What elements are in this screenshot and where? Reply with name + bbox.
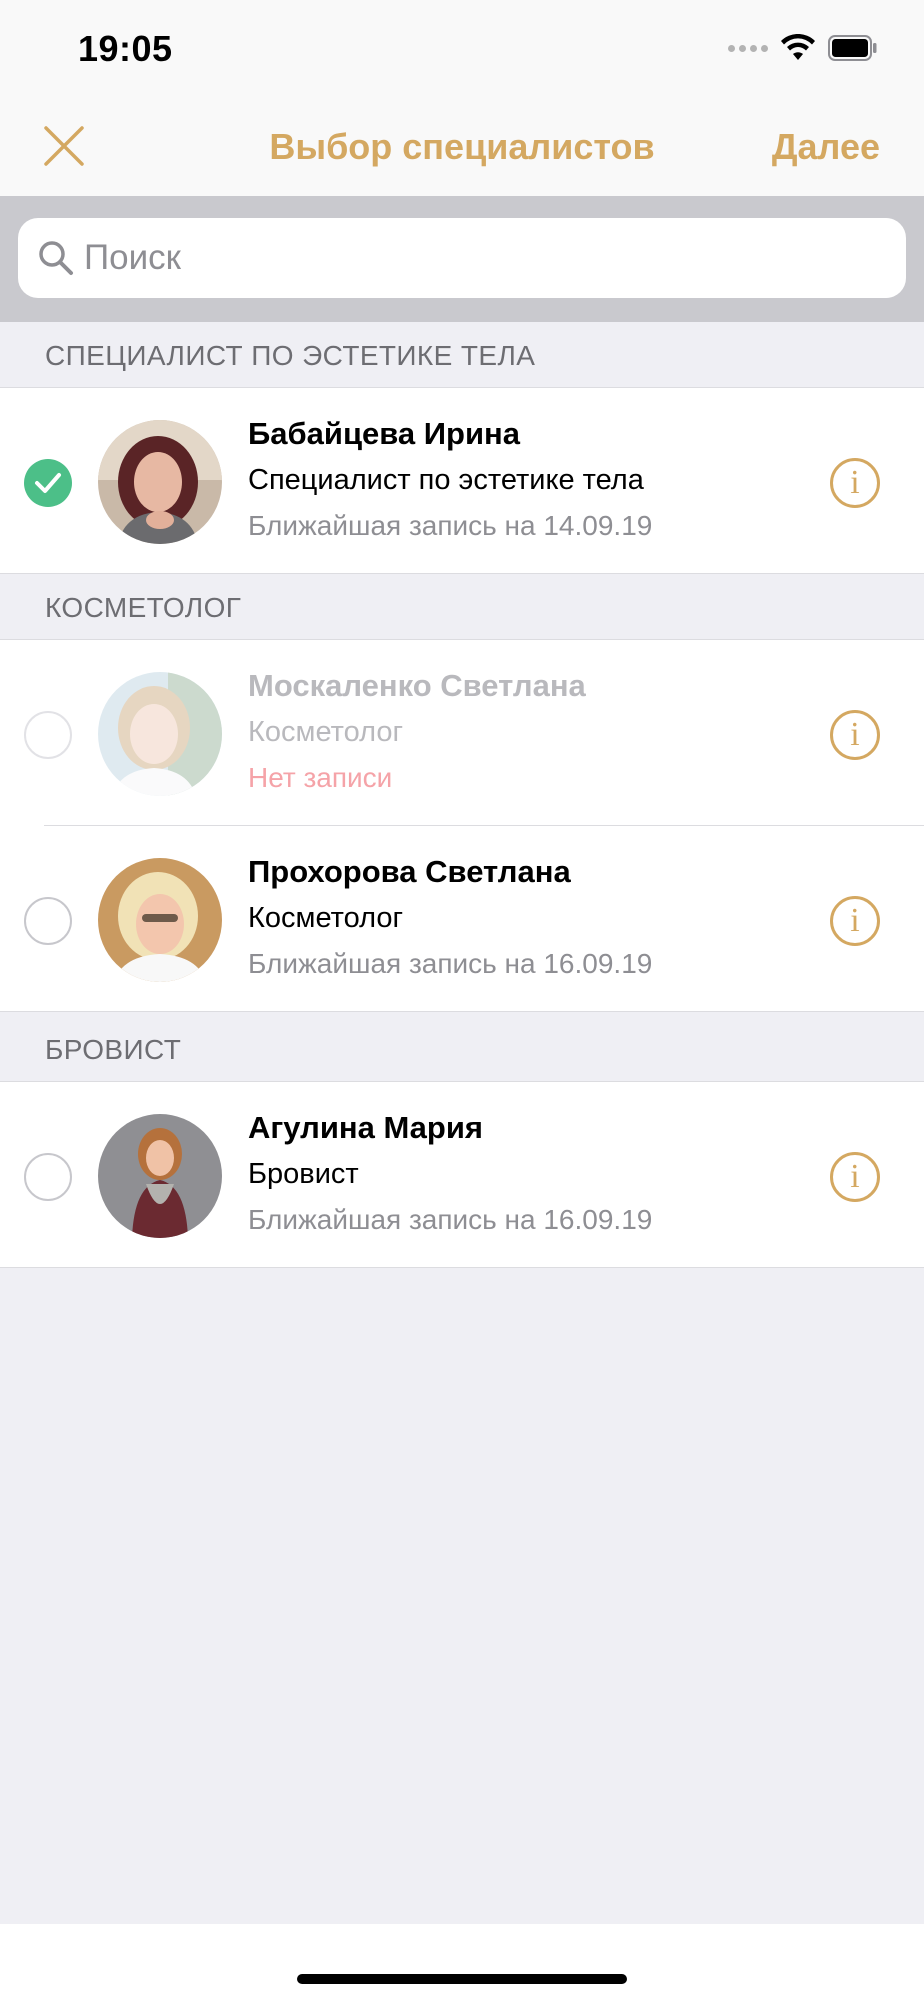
section-header-brow-artist: БРОВИСТ bbox=[0, 1016, 924, 1082]
specialist-info: Москаленко Светлана Косметолог Нет запис… bbox=[248, 666, 586, 796]
info-icon[interactable]: i bbox=[830, 1152, 880, 1202]
section-header-body-aesthetics: СПЕЦИАЛИСТ ПО ЭСТЕТИКЕ ТЕЛА bbox=[0, 322, 924, 388]
specialist-row[interactable]: Прохорова Светлана Косметолог Ближайшая … bbox=[0, 826, 924, 1012]
home-indicator[interactable] bbox=[297, 1974, 627, 1984]
next-appointment: Нет записи bbox=[248, 762, 393, 793]
search-icon bbox=[39, 241, 73, 275]
status-bar: 19:05 bbox=[0, 0, 924, 100]
section-header-cosmetologist: КОСМЕТОЛОГ bbox=[0, 574, 924, 640]
next-appointment: Ближайшая запись на 16.09.19 bbox=[248, 948, 653, 979]
specialist-info: Прохорова Светлана Косметолог Ближайшая … bbox=[248, 852, 652, 982]
battery-icon bbox=[828, 35, 877, 61]
specialist-row[interactable]: Агулина Мария Бровист Ближайшая запись н… bbox=[0, 1082, 924, 1268]
status-icons bbox=[728, 34, 878, 62]
selection-checkbox[interactable] bbox=[24, 897, 72, 945]
section-header-label: КОСМЕТОЛОГ bbox=[45, 592, 242, 623]
specialist-name: Бабайцева Ирина bbox=[248, 416, 521, 451]
info-icon[interactable]: i bbox=[830, 710, 880, 760]
section-header-label: СПЕЦИАЛИСТ ПО ЭСТЕТИКЕ ТЕЛА bbox=[45, 340, 536, 371]
selection-checkbox[interactable] bbox=[24, 1153, 72, 1201]
search-input[interactable] bbox=[82, 218, 882, 298]
next-appointment: Ближайшая запись на 16.09.19 bbox=[248, 1204, 653, 1235]
specialist-row[interactable]: Бабайцева Ирина Специалист по эстетике т… bbox=[0, 388, 924, 574]
search-field[interactable] bbox=[18, 218, 906, 298]
specialist-role: Бровист bbox=[248, 1158, 359, 1190]
specialist-info: Агулина Мария Бровист Ближайшая запись н… bbox=[248, 1108, 652, 1238]
checkmark-icon bbox=[35, 473, 61, 493]
screen: 19:05 Выбор специалистов Далее Поиск СПЕ… bbox=[0, 0, 924, 2000]
info-icon[interactable]: i bbox=[830, 896, 880, 946]
search-area bbox=[0, 196, 924, 322]
selection-checkbox[interactable] bbox=[24, 711, 72, 759]
specialist-role: Косметолог bbox=[248, 716, 404, 748]
section-header-label: БРОВИСТ bbox=[45, 1034, 182, 1065]
home-indicator-area bbox=[0, 1924, 924, 2000]
cellular-signal-icon bbox=[728, 44, 768, 52]
specialist-info: Бабайцева Ирина Специалист по эстетике т… bbox=[248, 414, 652, 544]
next-appointment: Ближайшая запись на 14.09.19 bbox=[248, 510, 653, 541]
specialist-row[interactable]: Москаленко Светлана Косметолог Нет запис… bbox=[0, 640, 924, 826]
nav-bar: Выбор специалистов Далее bbox=[0, 100, 924, 196]
specialist-name: Москаленко Светлана bbox=[248, 668, 586, 703]
wifi-icon bbox=[781, 34, 815, 60]
avatar bbox=[98, 1114, 222, 1238]
avatar bbox=[98, 858, 222, 982]
avatar bbox=[98, 420, 222, 544]
specialist-name: Прохорова Светлана bbox=[248, 854, 571, 889]
selection-checkbox[interactable] bbox=[24, 459, 72, 507]
avatar bbox=[98, 672, 222, 796]
status-time: 19:05 bbox=[78, 28, 173, 69]
specialist-role: Косметолог bbox=[248, 902, 404, 934]
info-icon[interactable]: i bbox=[830, 458, 880, 508]
next-button[interactable]: Далее bbox=[772, 126, 880, 168]
specialist-role: Специалист по эстетике тела bbox=[248, 464, 644, 496]
specialist-name: Агулина Мария bbox=[248, 1110, 483, 1145]
